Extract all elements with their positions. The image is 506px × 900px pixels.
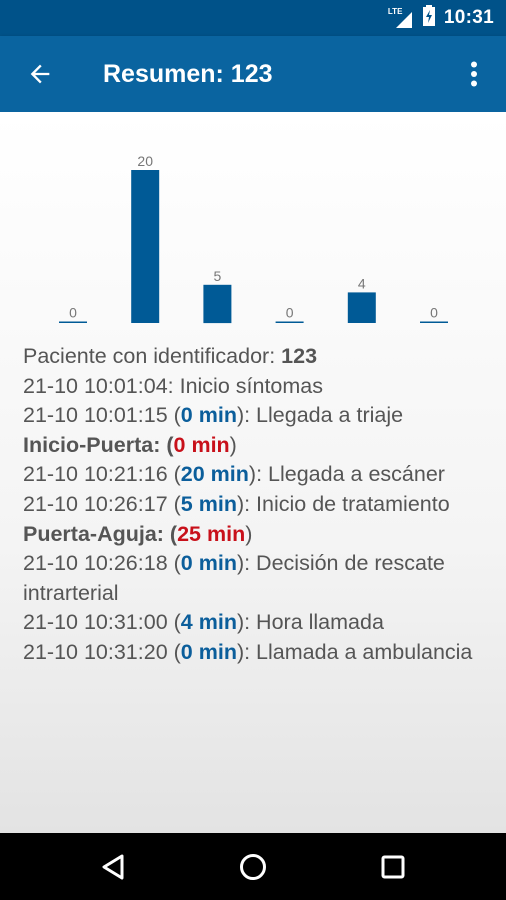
needle-value: 25 min [177, 521, 246, 546]
event-time: 21-10 10:26:17 ( [23, 491, 181, 516]
chart-bar [131, 170, 160, 323]
needle-line: Puerta-Aguja: (25 min) [23, 520, 493, 550]
door-label: Inicio-Puerta: ( [23, 432, 174, 457]
event-time: 21-10 10:31:00 ( [23, 610, 181, 635]
chart-value-label: 0 [286, 305, 294, 321]
event-line: 21-10 10:31:00 (4 min): Hora llamada [23, 608, 493, 638]
recents-square-icon[interactable] [369, 843, 417, 891]
event-time: 21-10 10:21:16 ( [23, 462, 181, 487]
patient-line: Paciente con identificador: 123 [23, 342, 493, 372]
page-title: Resumen: 123 [103, 60, 273, 88]
chart-value-label: 5 [214, 268, 222, 284]
chart-bar [347, 292, 376, 323]
network-type-label: LTE [387, 7, 403, 16]
needle-label: Puerta-Aguja: ( [23, 521, 178, 546]
navigation-bar [0, 833, 506, 900]
door-line: Inicio-Puerta: (0 min) [23, 431, 493, 461]
event-time: 21-10 10:26:18 ( [23, 551, 181, 576]
chart-bar [203, 284, 232, 324]
more-vert-icon[interactable] [454, 52, 494, 96]
event-duration: 4 min [180, 610, 237, 635]
event-description: ): Inicio de tratamiento [236, 491, 450, 516]
event-duration: 0 min [180, 639, 237, 664]
clock: 10:31 [443, 7, 494, 28]
event-duration: 0 min [180, 551, 237, 576]
event-duration: 5 min [180, 491, 237, 516]
chart-bar [420, 321, 448, 323]
patient-id: 123 [281, 344, 318, 368]
arrow-back-icon[interactable] [18, 52, 62, 96]
home-circle-icon[interactable] [229, 843, 277, 891]
event-line: 21-10 10:26:18 (0 min): Decisión de resc… [23, 549, 493, 608]
event-description: ): Llegada a escáner [248, 462, 445, 487]
app-bar: Resumen: 123 [0, 36, 506, 112]
door-value: 0 min [173, 432, 230, 457]
content-area: 0 20 5 0 4 0 Paciente con identificador: 123 … [0, 112, 506, 833]
status-bar: LTE 10:31 [0, 0, 506, 36]
event-line: 21-10 10:21:16 (20 min): Llegada a escán… [23, 460, 493, 490]
chart-value-label: 0 [69, 305, 77, 321]
event-description: ): Llamada a ambulancia [236, 639, 473, 664]
event-description: ): Llegada a triaje [236, 403, 404, 428]
event-description: ): Hora llamada [236, 610, 384, 635]
chart-bar [275, 321, 304, 323]
battery-icon [422, 4, 436, 32]
needle-close: ) [245, 521, 253, 546]
back-triangle-icon[interactable] [89, 843, 137, 891]
summary-text: Paciente con identificador: 123 21-10 10… [23, 342, 493, 668]
bar-chart: 0 20 5 0 4 0 [59, 153, 448, 324]
patient-prefix: Paciente con identificador: [23, 344, 282, 368]
event-time: 21-10 10:31:20 ( [23, 639, 181, 664]
signal-icon: LTE [388, 7, 414, 29]
event-line: 21-10 10:01:15 (0 min): Llegada a triaje [23, 401, 493, 431]
door-close: ) [229, 432, 237, 457]
event-line: 21-10 10:01:04: Inicio síntomas [23, 372, 493, 402]
event-duration: 20 min [180, 462, 249, 487]
chart-bar [59, 321, 87, 323]
event-line: 21-10 10:26:17 (5 min): Inicio de tratam… [23, 490, 493, 520]
event-text: 21-10 10:01:04: Inicio síntomas [23, 373, 323, 398]
chart-value-label: 4 [358, 275, 366, 291]
status-icons: LTE 10:31 [388, 0, 494, 36]
chart-value-label: 20 [137, 153, 153, 169]
event-duration: 0 min [180, 403, 237, 428]
chart-value-label: 0 [430, 305, 438, 321]
event-time: 21-10 10:01:15 ( [23, 403, 181, 428]
event-line: 21-10 10:31:20 (0 min): Llamada a ambula… [23, 638, 493, 668]
